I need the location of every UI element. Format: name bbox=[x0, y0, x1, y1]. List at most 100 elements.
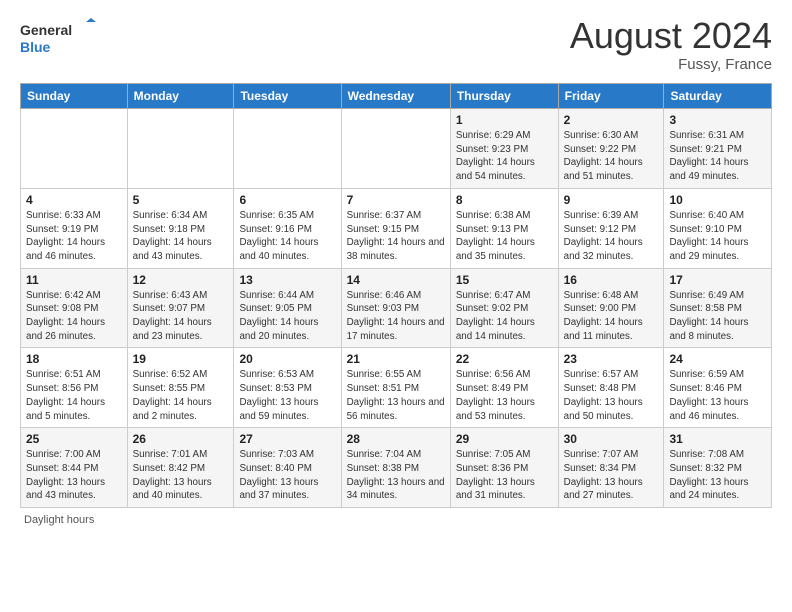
week-row-0: 1Sunrise: 6:29 AM Sunset: 9:23 PM Daylig… bbox=[21, 109, 772, 189]
day-number: 2 bbox=[564, 113, 659, 127]
day-info: Sunrise: 6:48 AM Sunset: 9:00 PM Dayligh… bbox=[564, 289, 659, 344]
day-number: 5 bbox=[133, 193, 229, 207]
day-info: Sunrise: 6:55 AM Sunset: 8:51 PM Dayligh… bbox=[347, 368, 445, 423]
calendar-table: Sunday Monday Tuesday Wednesday Thursday… bbox=[20, 83, 772, 508]
day-cell: 28 Sunrise: 7:04 AM Sunset: 8:38 PM Dayli… bbox=[341, 428, 450, 508]
day-number: 25 bbox=[26, 432, 122, 446]
day-cell: 26 Sunrise: 7:01 AM Sunset: 8:42 PM Dayli… bbox=[127, 428, 234, 508]
day-cell: 12 Sunrise: 6:43 AM Sunset: 9:07 PM Dayli… bbox=[127, 268, 234, 348]
day-info: Sunrise: 7:08 AM Sunset: 8:32 PM Dayligh… bbox=[669, 448, 766, 503]
day-number: 15 bbox=[456, 273, 553, 287]
day-number: 12 bbox=[133, 273, 229, 287]
day-number: 14 bbox=[347, 273, 445, 287]
day-cell: 15Sunrise: 6:47 AM Sunset: 9:02 PM Dayli… bbox=[450, 268, 558, 348]
col-friday: Friday bbox=[558, 84, 664, 109]
day-number: 18 bbox=[26, 352, 122, 366]
day-cell: 9 Sunrise: 6:39 AM Sunset: 9:12 PM Daylig… bbox=[558, 188, 664, 268]
day-cell: 11 Sunrise: 6:42 AM Sunset: 9:08 PM Dayli… bbox=[21, 268, 128, 348]
day-info: Sunrise: 7:05 AM Sunset: 8:36 PM Dayligh… bbox=[456, 448, 553, 503]
day-number: 17 bbox=[669, 273, 766, 287]
day-info: Sunrise: 6:49 AM Sunset: 8:58 PM Dayligh… bbox=[669, 289, 766, 344]
day-cell: 29 Sunrise: 7:05 AM Sunset: 8:36 PM Dayli… bbox=[450, 428, 558, 508]
day-info: Sunrise: 6:51 AM Sunset: 8:56 PM Dayligh… bbox=[26, 368, 122, 423]
day-number: 31 bbox=[669, 432, 766, 446]
day-cell: 8 Sunrise: 6:38 AM Sunset: 9:13 PM Daylig… bbox=[450, 188, 558, 268]
week-row-4: 25 Sunrise: 7:00 AM Sunset: 8:44 PM Dayli… bbox=[21, 428, 772, 508]
day-number: 24 bbox=[669, 352, 766, 366]
day-info: Sunrise: 6:46 AM Sunset: 9:03 PM Dayligh… bbox=[347, 289, 445, 344]
day-cell: 19 Sunrise: 6:52 AM Sunset: 8:55 PM Dayli… bbox=[127, 348, 234, 428]
day-cell: 3 Sunrise: 6:31 AM Sunset: 9:21 PM Daylig… bbox=[664, 109, 772, 189]
week-row-3: 18 Sunrise: 6:51 AM Sunset: 8:56 PM Dayli… bbox=[21, 348, 772, 428]
day-info: Sunrise: 6:43 AM Sunset: 9:07 PM Dayligh… bbox=[133, 289, 229, 344]
day-info: Sunrise: 7:03 AM Sunset: 8:40 PM Dayligh… bbox=[239, 448, 335, 503]
day-cell: 24 Sunrise: 6:59 AM Sunset: 8:46 PM Dayli… bbox=[664, 348, 772, 428]
day-number: 10 bbox=[669, 193, 766, 207]
day-info: Sunrise: 6:52 AM Sunset: 8:55 PM Dayligh… bbox=[133, 368, 229, 423]
day-cell: 21 Sunrise: 6:55 AM Sunset: 8:51 PM Dayli… bbox=[341, 348, 450, 428]
day-info: Sunrise: 6:31 AM Sunset: 9:21 PM Dayligh… bbox=[669, 129, 766, 184]
day-info: Sunrise: 6:29 AM Sunset: 9:23 PM Dayligh… bbox=[456, 129, 553, 184]
day-cell: 30Sunrise: 7:07 AM Sunset: 8:34 PM Dayli… bbox=[558, 428, 664, 508]
day-number: 30 bbox=[564, 432, 659, 446]
day-info: Sunrise: 6:39 AM Sunset: 9:12 PM Dayligh… bbox=[564, 209, 659, 264]
day-cell bbox=[127, 109, 234, 189]
day-cell: 22 Sunrise: 6:56 AM Sunset: 8:49 PM Dayli… bbox=[450, 348, 558, 428]
day-info: Sunrise: 7:00 AM Sunset: 8:44 PM Dayligh… bbox=[26, 448, 122, 503]
day-info: Sunrise: 6:44 AM Sunset: 9:05 PM Dayligh… bbox=[239, 289, 335, 344]
day-number: 16 bbox=[564, 273, 659, 287]
day-number: 23 bbox=[564, 352, 659, 366]
title-area: August 2024 Fussy, France bbox=[570, 18, 772, 73]
location: Fussy, France bbox=[570, 56, 772, 73]
logo: General Blue bbox=[20, 18, 100, 58]
day-number: 29 bbox=[456, 432, 553, 446]
day-info: Sunrise: 6:35 AM Sunset: 9:16 PM Dayligh… bbox=[239, 209, 335, 264]
col-wednesday: Wednesday bbox=[341, 84, 450, 109]
day-number: 9 bbox=[564, 193, 659, 207]
col-saturday: Saturday bbox=[664, 84, 772, 109]
day-number: 4 bbox=[26, 193, 122, 207]
day-number: 20 bbox=[239, 352, 335, 366]
day-number: 22 bbox=[456, 352, 553, 366]
week-row-2: 11 Sunrise: 6:42 AM Sunset: 9:08 PM Dayli… bbox=[21, 268, 772, 348]
day-cell: 2Sunrise: 6:30 AM Sunset: 9:22 PM Daylig… bbox=[558, 109, 664, 189]
col-sunday: Sunday bbox=[21, 84, 128, 109]
day-info: Sunrise: 6:38 AM Sunset: 9:13 PM Dayligh… bbox=[456, 209, 553, 264]
day-info: Sunrise: 7:01 AM Sunset: 8:42 PM Dayligh… bbox=[133, 448, 229, 503]
day-number: 21 bbox=[347, 352, 445, 366]
day-cell: 13 Sunrise: 6:44 AM Sunset: 9:05 PM Dayli… bbox=[234, 268, 341, 348]
day-info: Sunrise: 7:04 AM Sunset: 8:38 PM Dayligh… bbox=[347, 448, 445, 503]
day-cell: 16 Sunrise: 6:48 AM Sunset: 9:00 PM Dayli… bbox=[558, 268, 664, 348]
svg-text:Blue: Blue bbox=[20, 39, 51, 55]
day-cell bbox=[234, 109, 341, 189]
day-cell bbox=[341, 109, 450, 189]
day-info: Sunrise: 6:53 AM Sunset: 8:53 PM Dayligh… bbox=[239, 368, 335, 423]
day-info: Sunrise: 6:56 AM Sunset: 8:49 PM Dayligh… bbox=[456, 368, 553, 423]
page: General Blue August 2024 Fussy, France S… bbox=[0, 0, 792, 536]
day-number: 27 bbox=[239, 432, 335, 446]
day-number: 3 bbox=[669, 113, 766, 127]
day-cell: 25 Sunrise: 7:00 AM Sunset: 8:44 PM Dayli… bbox=[21, 428, 128, 508]
month-title: August 2024 bbox=[570, 18, 772, 54]
day-number: 26 bbox=[133, 432, 229, 446]
day-info: Sunrise: 6:34 AM Sunset: 9:18 PM Dayligh… bbox=[133, 209, 229, 264]
header: General Blue August 2024 Fussy, France bbox=[20, 18, 772, 73]
day-number: 6 bbox=[239, 193, 335, 207]
col-monday: Monday bbox=[127, 84, 234, 109]
col-thursday: Thursday bbox=[450, 84, 558, 109]
day-cell: 31 Sunrise: 7:08 AM Sunset: 8:32 PM Dayli… bbox=[664, 428, 772, 508]
day-number: 13 bbox=[239, 273, 335, 287]
day-number: 19 bbox=[133, 352, 229, 366]
col-tuesday: Tuesday bbox=[234, 84, 341, 109]
day-cell: 27 Sunrise: 7:03 AM Sunset: 8:40 PM Dayli… bbox=[234, 428, 341, 508]
day-number: 11 bbox=[26, 273, 122, 287]
svg-text:General: General bbox=[20, 22, 72, 38]
day-cell: 5 Sunrise: 6:34 AM Sunset: 9:18 PM Daylig… bbox=[127, 188, 234, 268]
day-number: 8 bbox=[456, 193, 553, 207]
day-cell: 20 Sunrise: 6:53 AM Sunset: 8:53 PM Dayli… bbox=[234, 348, 341, 428]
day-cell: 17 Sunrise: 6:49 AM Sunset: 8:58 PM Dayli… bbox=[664, 268, 772, 348]
day-cell: 14 Sunrise: 6:46 AM Sunset: 9:03 PM Dayli… bbox=[341, 268, 450, 348]
day-info: Sunrise: 6:42 AM Sunset: 9:08 PM Dayligh… bbox=[26, 289, 122, 344]
day-info: Sunrise: 6:59 AM Sunset: 8:46 PM Dayligh… bbox=[669, 368, 766, 423]
day-number: 28 bbox=[347, 432, 445, 446]
